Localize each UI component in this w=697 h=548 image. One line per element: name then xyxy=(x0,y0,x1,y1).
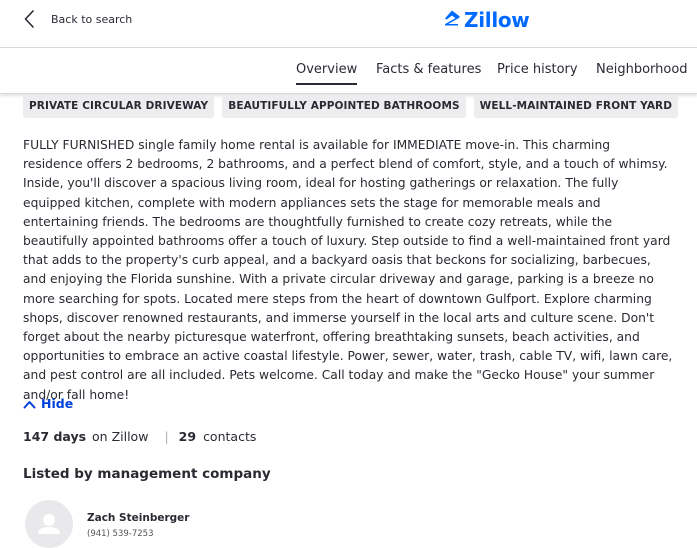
zillow-logo-icon xyxy=(443,9,461,31)
zillow-logo-text: Zillow xyxy=(464,8,530,32)
days-on-zillow-label: on Zillow xyxy=(92,429,149,444)
agent-phone[interactable]: (941) 539-7253 xyxy=(87,529,153,539)
chevron-up-icon xyxy=(23,394,36,413)
listing-stats: 147 days on Zillow | 29 contacts xyxy=(23,429,256,444)
hide-description-button[interactable]: Hide xyxy=(23,394,73,413)
tab-neighborhood[interactable]: Neighborhood xyxy=(596,62,688,77)
listed-by-heading: Listed by management company xyxy=(23,466,271,482)
feature-tag: WELL-MAINTAINED FRONT YARD xyxy=(473,95,679,118)
stats-separator: | xyxy=(164,429,169,444)
back-to-search-label: Back to search xyxy=(51,12,133,26)
section-tab-bar: Overview Facts & features Price history … xyxy=(0,48,697,94)
feature-tags: PRIVATE CIRCULAR DRIVEWAY BEAUTIFULLY AP… xyxy=(23,95,686,118)
hide-label: Hide xyxy=(41,396,74,411)
contacts-value: 29 xyxy=(178,429,197,444)
back-to-search-link[interactable]: Back to search xyxy=(24,9,132,29)
user-placeholder-icon xyxy=(38,514,60,534)
zillow-logo[interactable]: Zillow xyxy=(443,9,530,31)
days-on-zillow-value: 147 days xyxy=(23,429,87,444)
tab-price-history[interactable]: Price history xyxy=(497,62,578,77)
tab-facts-features[interactable]: Facts & features xyxy=(376,62,481,77)
contacts-label: contacts xyxy=(203,429,257,444)
tab-overview[interactable]: Overview xyxy=(296,62,358,85)
feature-tag: BEAUTIFULLY APPOINTED BATHROOMS xyxy=(222,95,466,118)
listing-description: FULLY FURNISHED single family home renta… xyxy=(23,138,673,402)
chevron-left-icon xyxy=(24,10,34,28)
top-bar: Back to search Zillow xyxy=(0,0,697,48)
feature-tag: PRIVATE CIRCULAR DRIVEWAY xyxy=(23,95,215,118)
avatar xyxy=(25,500,73,548)
agent-name: Zach Steinberger xyxy=(87,512,190,524)
